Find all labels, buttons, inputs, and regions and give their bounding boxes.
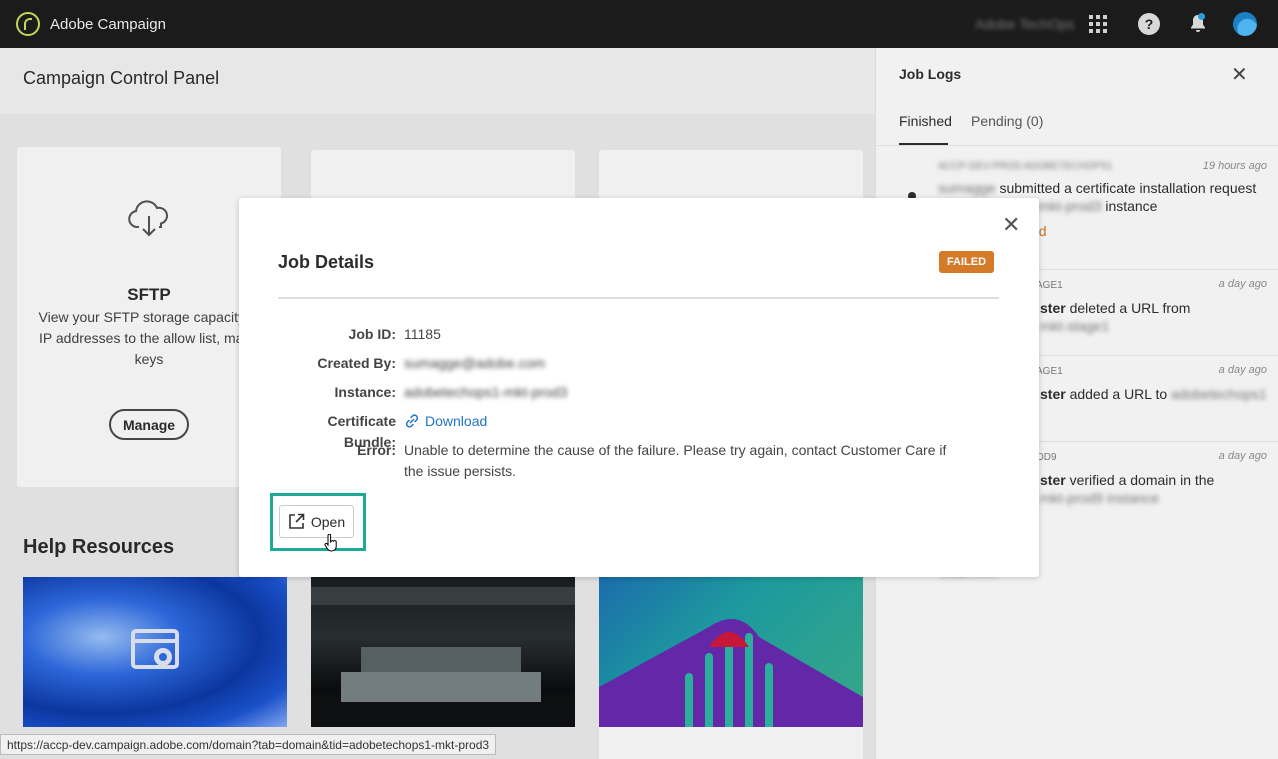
close-icon[interactable]: ✕ — [1002, 214, 1020, 236]
log-text: deleted a URL from — [1069, 300, 1191, 316]
status-bar-url: https://accp-dev.campaign.adobe.com/doma… — [0, 734, 497, 755]
tab-finished[interactable]: Finished — [899, 113, 952, 129]
created-by-label: Created By: — [317, 355, 396, 371]
adobe-campaign-logo-icon[interactable] — [16, 12, 40, 36]
top-bar: Adobe Campaign Adobe TechOps ? — [0, 0, 1278, 48]
log-header: ACCP-DEV-PROD ADOBETECHOPS1 — [938, 161, 1113, 172]
log-instance: adobetechops1 — [1171, 386, 1267, 402]
log-user: ster — [1040, 472, 1066, 488]
open-external-icon — [289, 513, 305, 529]
log-text: submitted a certificate installation req… — [999, 180, 1257, 196]
log-instance: mkt-stage1 — [1040, 318, 1110, 334]
link-icon — [405, 414, 419, 428]
job-logs-title: Job Logs — [899, 66, 962, 82]
job-id-label: Job ID: — [348, 326, 396, 342]
log-text: instance — [1105, 198, 1158, 214]
app-switcher-icon[interactable] — [1089, 15, 1107, 33]
download-link-label[interactable]: Download — [425, 413, 487, 429]
notification-dot — [1198, 13, 1205, 20]
avatar[interactable] — [1233, 12, 1257, 36]
divider — [278, 297, 999, 299]
log-text: added a URL to — [1069, 386, 1168, 402]
log-text: verified a domain in the — [1069, 472, 1215, 488]
log-time: a day ago — [1218, 450, 1267, 462]
help-icon[interactable]: ? — [1138, 13, 1160, 35]
org-switcher[interactable]: Adobe TechOps — [975, 16, 1074, 32]
job-id-value: 11185 — [404, 326, 441, 342]
log-time: 19 hours ago — [1202, 160, 1267, 172]
log-user: ster — [1040, 386, 1066, 402]
error-value: Unable to determine the cause of the fai… — [404, 442, 947, 479]
job-details-modal: Job Details ✕ FAILED Job ID: 11185 Creat… — [239, 198, 1039, 577]
instance-value: adobetechops1-mkt-prod3 — [404, 384, 568, 400]
instance-label: Instance: — [334, 384, 396, 400]
log-user: ster — [1040, 300, 1066, 316]
log-header: AGE1 — [1036, 366, 1063, 377]
open-button-label: Open — [310, 513, 346, 530]
log-header: OD9 — [1036, 452, 1057, 463]
log-user: sumagge — [938, 180, 996, 196]
close-icon[interactable]: ✕ — [1231, 62, 1248, 87]
log-header: AGE1 — [1036, 280, 1063, 291]
log-time: a day ago — [1218, 278, 1267, 290]
app-title[interactable]: Adobe Campaign — [50, 16, 166, 33]
log-time: a day ago — [1218, 364, 1267, 376]
download-link[interactable]: Download — [404, 411, 964, 432]
created-by-value: sumagge@adobe.com — [404, 355, 546, 371]
log-instance: mkt-prod9 instance — [1040, 490, 1160, 506]
hand-cursor-icon — [324, 533, 338, 557]
modal-title: Job Details — [278, 252, 375, 272]
open-button[interactable]: Open — [279, 505, 354, 538]
status-badge: FAILED — [939, 251, 994, 273]
error-label: Error: — [357, 442, 396, 458]
tab-pending[interactable]: Pending (0) — [971, 113, 1043, 129]
